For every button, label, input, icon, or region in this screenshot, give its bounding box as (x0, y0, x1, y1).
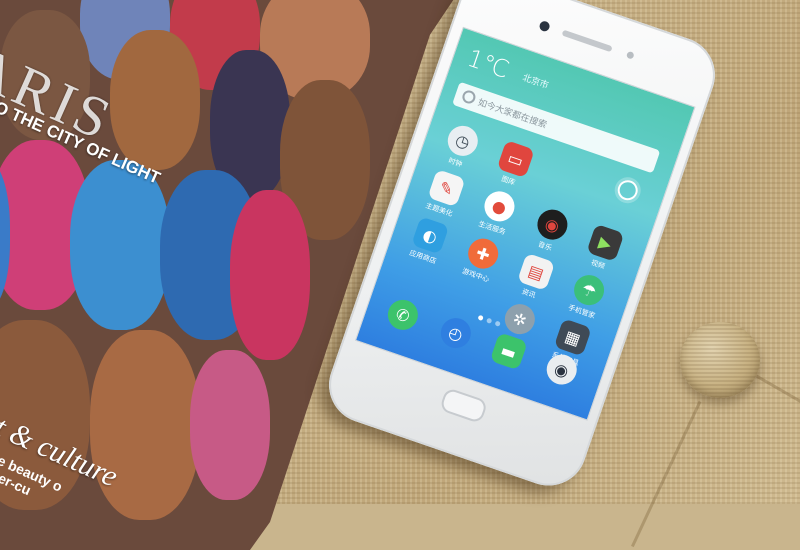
gallery-icon: ▭ (496, 140, 535, 179)
app-news[interactable]: ▤ 资讯 (502, 249, 565, 307)
music-disc-icon: ◉ (533, 205, 572, 244)
earpiece-speaker (561, 29, 613, 53)
app-video[interactable]: ▶ 视频 (572, 220, 635, 278)
app-clock[interactable]: ◷ 时钟 (429, 118, 492, 176)
settings-gear-icon: ✲ (500, 300, 539, 339)
weather-temperature[interactable]: 1℃ (464, 44, 513, 84)
macaron (190, 350, 270, 500)
front-camera (538, 19, 551, 33)
macaron (230, 190, 310, 360)
app-gallery[interactable]: ▭ 图库 (482, 136, 545, 194)
weather-sun-icon[interactable] (614, 177, 641, 203)
app-phone-manager[interactable]: ☂ 手机管家 (555, 267, 618, 325)
weather-city: 北京市 (520, 73, 550, 92)
location-icon: ● (480, 187, 519, 226)
page-dot (494, 320, 501, 327)
phone-call-icon: ✆ (383, 295, 422, 334)
app-music[interactable]: ◉ 音乐 (519, 202, 582, 260)
app-life-service[interactable]: ● 生活服务 (466, 184, 529, 242)
news-icon: ▤ (517, 252, 556, 291)
app-theme[interactable]: ✎ 主题美化 (413, 165, 476, 223)
page-dot (477, 314, 484, 322)
game-center-icon: ✚ (464, 234, 503, 273)
phone-manager-icon: ☂ (570, 271, 609, 310)
proximity-sensor (625, 50, 635, 60)
app-game-center[interactable]: ✚ 游戏中心 (449, 231, 512, 289)
search-placeholder: 如今大家都在搜索 (476, 98, 548, 131)
system-tools-icon: ▦ (553, 318, 592, 357)
search-icon (460, 88, 478, 106)
video-clapper-icon: ▶ (586, 223, 625, 262)
dock-phone[interactable]: ✆ (373, 292, 432, 337)
upholstery-button (680, 322, 760, 398)
clock-icon: ◷ (443, 121, 482, 160)
home-button[interactable] (438, 387, 489, 425)
theme-icon: ✎ (427, 169, 466, 208)
app-store-icon: ◐ (411, 216, 450, 255)
browser-icon: ◴ (436, 314, 475, 353)
macaron (110, 30, 200, 170)
app-store[interactable]: ◐ 应用商店 (397, 213, 460, 271)
page-dot (485, 317, 493, 324)
